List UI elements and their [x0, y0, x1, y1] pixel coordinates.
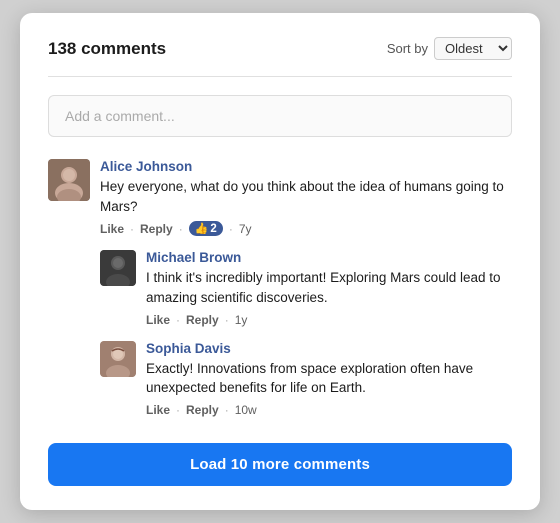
comment-body-michael: Michael Brown I think it's incredibly im…: [146, 250, 512, 326]
comment-list: Alice Johnson Hey everyone, what do you …: [48, 159, 512, 434]
comment-input[interactable]: Add a comment...: [48, 95, 512, 137]
reply-button-michael[interactable]: Reply: [186, 313, 219, 327]
sort-select[interactable]: Oldest Newest Top: [434, 37, 512, 60]
comments-count: 138 comments: [48, 39, 166, 59]
comment-time-michael: 1y: [235, 313, 248, 327]
reply-michael: Michael Brown I think it's incredibly im…: [100, 250, 512, 326]
like-badge-alice: 👍 2: [189, 221, 223, 236]
like-count-alice: 2: [210, 223, 216, 235]
comment-author-michael: Michael Brown: [146, 250, 512, 265]
like-button-michael[interactable]: Like: [146, 313, 170, 327]
reply-button-sophia[interactable]: Reply: [186, 403, 219, 417]
comment-time-alice: 7y: [239, 222, 252, 236]
comments-header: 138 comments Sort by Oldest Newest Top: [48, 37, 512, 60]
header-divider: [48, 76, 512, 77]
avatar-alice: [48, 159, 90, 201]
comment-text-sophia: Exactly! Innovations from space explorat…: [146, 359, 512, 398]
comment-actions-michael: Like · Reply · 1y: [146, 313, 512, 327]
avatar-sophia: [100, 341, 136, 377]
like-button-alice[interactable]: Like: [100, 222, 124, 236]
avatar-michael: [100, 250, 136, 286]
comment-alice: Alice Johnson Hey everyone, what do you …: [48, 159, 512, 236]
comment-actions-sophia: Like · Reply · 10w: [146, 403, 512, 417]
comment-body-alice: Alice Johnson Hey everyone, what do you …: [100, 159, 512, 236]
comment-time-sophia: 10w: [235, 403, 257, 417]
comment-text-michael: I think it's incredibly important! Explo…: [146, 268, 512, 307]
thumbs-up-icon: 👍: [195, 222, 209, 235]
comment-input-placeholder: Add a comment...: [65, 108, 175, 124]
reply-button-alice[interactable]: Reply: [140, 222, 173, 236]
comment-author-sophia: Sophia Davis: [146, 341, 512, 356]
comment-actions-alice: Like · Reply · 👍 2 · 7y: [100, 221, 512, 236]
reply-sophia: Sophia Davis Exactly! Innovations from s…: [100, 341, 512, 417]
load-more-button[interactable]: Load 10 more comments: [48, 443, 512, 486]
comment-text-alice: Hey everyone, what do you think about th…: [100, 177, 512, 216]
replies-container: Michael Brown I think it's incredibly im…: [100, 250, 512, 430]
sort-by-label: Sort by: [387, 41, 428, 56]
sort-by-container: Sort by Oldest Newest Top: [387, 37, 512, 60]
comment-author-alice: Alice Johnson: [100, 159, 512, 174]
like-button-sophia[interactable]: Like: [146, 403, 170, 417]
comments-card: 138 comments Sort by Oldest Newest Top A…: [20, 13, 540, 509]
comment-body-sophia: Sophia Davis Exactly! Innovations from s…: [146, 341, 512, 417]
